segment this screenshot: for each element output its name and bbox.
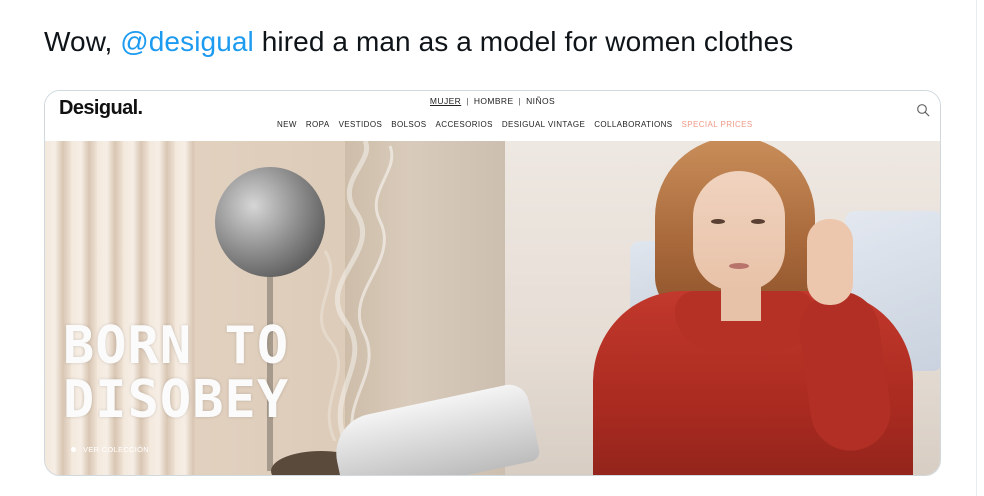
nav-item-desigual-vintage[interactable]: DESIGUAL VINTAGE [502,120,585,129]
hero-title-line-1: BORN TO [63,316,290,376]
site-header: Desigual. MUJER | HOMBRE | NIÑOS NEW ROPA VEST… [45,91,940,141]
column-divider [976,0,977,496]
gender-nav-hombre[interactable]: HOMBRE [474,96,514,106]
dot-icon [71,447,76,452]
tweet-text-start: Wow, [44,26,121,57]
tweet-text: Wow, @desigual hired a man as a model fo… [44,26,793,58]
nav-item-vestidos[interactable]: VESTIDOS [339,120,383,129]
main-nav: NEW ROPA VESTIDOS BOLSOS ACCESORIOS DESIGUAL … [277,120,762,129]
nav-item-special-prices[interactable]: SPECIAL PRICES [682,120,753,129]
hero-title: BORN TO DISOBEY [63,319,289,427]
mention-link[interactable]: @desigual [120,26,254,57]
nav-item-accesorios[interactable]: ACCESORIOS [436,120,493,129]
nav-item-collaborations[interactable]: COLLABORATIONS [594,120,672,129]
gender-nav-mujer[interactable]: MUJER [430,96,461,106]
media-card[interactable]: Desigual. MUJER | HOMBRE | NIÑOS NEW ROPA VEST… [44,90,941,476]
model-hand [807,219,853,305]
view-collection-label: VER COLECCIÓN [83,445,149,454]
hero-title-line-2: DISOBEY [63,370,290,430]
model-eye [751,219,765,224]
hero-banner[interactable]: BORN TO DISOBEY VER COLECCIÓN [45,141,940,475]
model-face [693,171,785,291]
search-icon[interactable] [916,103,930,117]
nav-separator: | [518,96,522,106]
nav-item-ropa[interactable]: ROPA [306,120,330,129]
gender-nav-ninos[interactable]: NIÑOS [526,96,555,106]
nav-item-bolsos[interactable]: BOLSOS [391,120,426,129]
nav-item-new[interactable]: NEW [277,120,297,129]
gender-nav: MUJER | HOMBRE | NIÑOS [45,96,940,106]
smoke-plume [319,141,394,441]
model-eye [711,219,725,224]
nav-separator: | [466,96,469,106]
view-collection-link[interactable]: VER COLECCIÓN [71,445,149,454]
tweet-text-end: hired a man as a model for women clothes [253,26,794,57]
model-lips [729,263,749,269]
